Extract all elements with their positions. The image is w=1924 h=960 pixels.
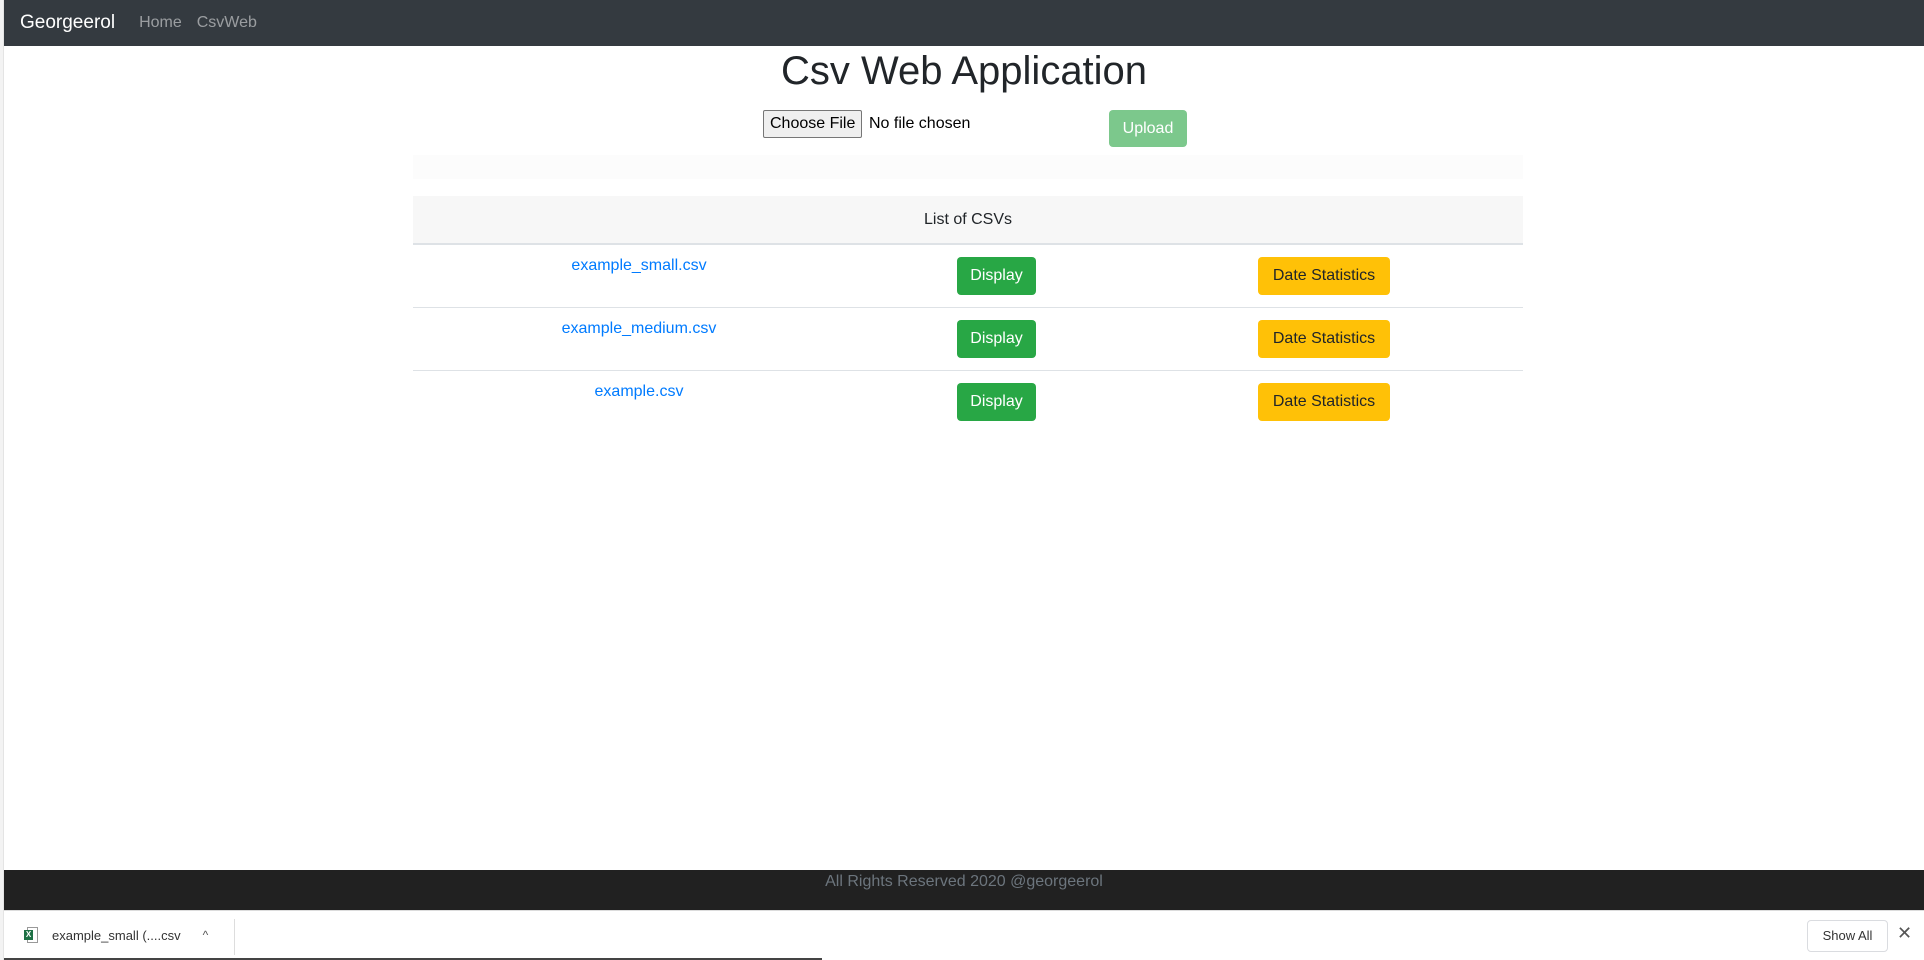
choose-file-button[interactable]: Choose File: [763, 110, 863, 138]
csv-table: List of CSVs example_small.csv Display D…: [413, 196, 1523, 434]
show-all-button[interactable]: Show All: [1807, 920, 1888, 952]
nav-link-csvweb[interactable]: CsvWeb: [197, 14, 257, 32]
table-row: example_small.csv Display Date Statistic…: [413, 245, 1523, 308]
table-row: example.csv Display Date Statistics: [413, 371, 1523, 434]
csv-file-link[interactable]: example_small.csv: [413, 257, 865, 275]
page: Georgeerol Home CsvWeb Csv Web Applicati…: [4, 0, 1924, 910]
footer-text: All Rights Reserved 2020 @georgeerol: [825, 873, 1103, 890]
date-statistics-button[interactable]: Date Statistics: [1258, 320, 1390, 358]
navbar: Georgeerol Home CsvWeb: [4, 0, 1924, 46]
csv-file-link[interactable]: example_medium.csv: [413, 320, 865, 338]
date-statistics-button[interactable]: Date Statistics: [1258, 257, 1390, 295]
page-title: Csv Web Application: [780, 49, 1148, 93]
close-icon[interactable]: ✕: [1897, 923, 1912, 944]
display-button[interactable]: Display: [957, 257, 1036, 295]
download-separator: [234, 919, 235, 955]
table-row: example_medium.csv Display Date Statisti…: [413, 308, 1523, 371]
excel-file-icon: X: [24, 927, 38, 943]
download-item[interactable]: X example_small (....csv ^: [4, 911, 234, 959]
navbar-brand[interactable]: Georgeerol: [20, 12, 115, 34]
chevron-up-icon[interactable]: ^: [203, 928, 209, 942]
upload-button[interactable]: Upload: [1109, 110, 1187, 147]
footer: All Rights Reserved 2020 @georgeerol: [4, 870, 1924, 910]
upload-form: Choose File No file chosen Upload: [763, 110, 1187, 148]
display-button[interactable]: Display: [957, 383, 1036, 421]
upload-panel-bg: [413, 155, 1523, 179]
display-button[interactable]: Display: [957, 320, 1036, 358]
download-bar: X example_small (....csv ^ Show All ✕: [4, 910, 1924, 960]
table-header: List of CSVs: [413, 196, 1523, 245]
csv-file-link[interactable]: example.csv: [413, 383, 865, 401]
date-statistics-button[interactable]: Date Statistics: [1258, 383, 1390, 421]
nav-link-home[interactable]: Home: [139, 14, 182, 32]
download-file-name: example_small (....csv: [52, 927, 181, 943]
file-status-label: No file chosen: [869, 115, 971, 132]
